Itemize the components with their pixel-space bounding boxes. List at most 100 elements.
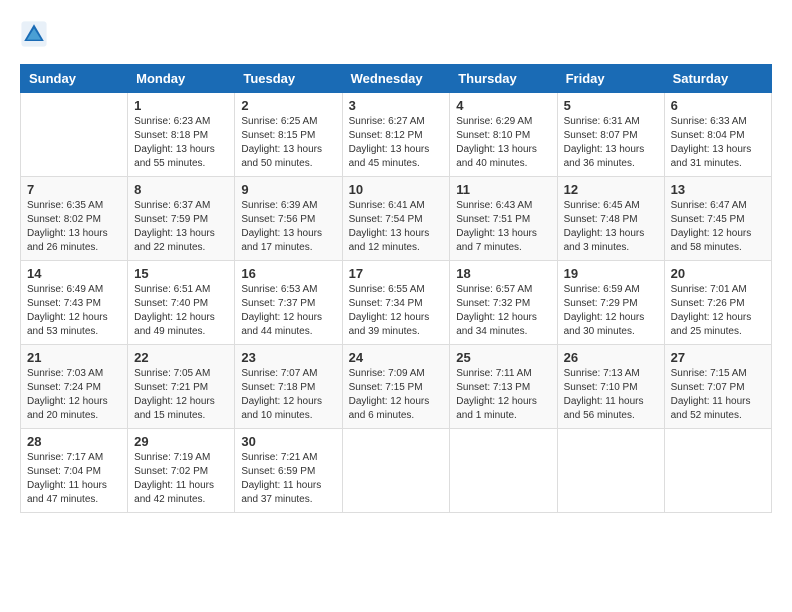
- day-info: Sunrise: 7:21 AM Sunset: 6:59 PM Dayligh…: [241, 451, 335, 507]
- day-info: Sunrise: 6:33 AM Sunset: 8:04 PM Dayligh…: [671, 115, 765, 171]
- day-info: Sunrise: 6:29 AM Sunset: 8:10 PM Dayligh…: [456, 115, 550, 171]
- day-info: Sunrise: 6:31 AM Sunset: 8:07 PM Dayligh…: [564, 115, 658, 171]
- day-number: 14: [27, 266, 121, 281]
- day-info: Sunrise: 6:23 AM Sunset: 8:18 PM Dayligh…: [134, 115, 228, 171]
- calendar-cell: 5 Sunrise: 6:31 AM Sunset: 8:07 PM Daylig…: [557, 93, 664, 177]
- calendar-cell: 24 Sunrise: 7:09 AM Sunset: 7:15 PM Dayli…: [342, 345, 450, 429]
- day-number: 6: [671, 98, 765, 113]
- calendar-cell: 2 Sunrise: 6:25 AM Sunset: 8:15 PM Daylig…: [235, 93, 342, 177]
- day-info: Sunrise: 6:43 AM Sunset: 7:51 PM Dayligh…: [456, 199, 550, 255]
- calendar-week-row: 21 Sunrise: 7:03 AM Sunset: 7:24 PM Dayli…: [21, 345, 772, 429]
- day-info: Sunrise: 7:19 AM Sunset: 7:02 PM Dayligh…: [134, 451, 228, 507]
- calendar-cell: [557, 429, 664, 513]
- day-info: Sunrise: 7:07 AM Sunset: 7:18 PM Dayligh…: [241, 367, 335, 423]
- calendar-cell: 9 Sunrise: 6:39 AM Sunset: 7:56 PM Daylig…: [235, 177, 342, 261]
- calendar-cell: 23 Sunrise: 7:07 AM Sunset: 7:18 PM Dayli…: [235, 345, 342, 429]
- day-info: Sunrise: 6:49 AM Sunset: 7:43 PM Dayligh…: [27, 283, 121, 339]
- day-info: Sunrise: 7:15 AM Sunset: 7:07 PM Dayligh…: [671, 367, 765, 423]
- day-number: 12: [564, 182, 658, 197]
- calendar-cell: 3Sunrise: 6:27 AM Sunset: 8:12 PM Daylig…: [342, 93, 450, 177]
- calendar-day-header: Saturday: [664, 65, 771, 93]
- calendar-cell: 27 Sunrise: 7:15 AM Sunset: 7:07 PM Dayli…: [664, 345, 771, 429]
- calendar-cell: 29 Sunrise: 7:19 AM Sunset: 7:02 PM Dayli…: [128, 429, 235, 513]
- day-number: 10: [349, 182, 444, 197]
- day-number: 26: [564, 350, 658, 365]
- day-info: Sunrise: 6:45 AM Sunset: 7:48 PM Dayligh…: [564, 199, 658, 255]
- day-info: Sunrise: 7:13 AM Sunset: 7:10 PM Dayligh…: [564, 367, 658, 423]
- page-header: [20, 20, 772, 48]
- day-number: 27: [671, 350, 765, 365]
- calendar-header-row: SundayMondayTuesdayWednesdayThursdayFrid…: [21, 65, 772, 93]
- calendar-day-header: Sunday: [21, 65, 128, 93]
- day-number: 1: [134, 98, 228, 113]
- calendar-cell: 7Sunrise: 6:35 AM Sunset: 8:02 PM Daylig…: [21, 177, 128, 261]
- day-info: Sunrise: 7:03 AM Sunset: 7:24 PM Dayligh…: [27, 367, 121, 423]
- calendar-cell: 19 Sunrise: 6:59 AM Sunset: 7:29 PM Dayli…: [557, 261, 664, 345]
- day-info: Sunrise: 7:05 AM Sunset: 7:21 PM Dayligh…: [134, 367, 228, 423]
- day-number: 8: [134, 182, 228, 197]
- day-number: 24: [349, 350, 444, 365]
- day-number: 23: [241, 350, 335, 365]
- day-info: Sunrise: 6:25 AM Sunset: 8:15 PM Dayligh…: [241, 115, 335, 171]
- calendar-cell: 11 Sunrise: 6:43 AM Sunset: 7:51 PM Dayli…: [450, 177, 557, 261]
- calendar-cell: 16 Sunrise: 6:53 AM Sunset: 7:37 PM Dayli…: [235, 261, 342, 345]
- day-number: 20: [671, 266, 765, 281]
- day-number: 19: [564, 266, 658, 281]
- calendar-week-row: 14 Sunrise: 6:49 AM Sunset: 7:43 PM Dayli…: [21, 261, 772, 345]
- calendar-day-header: Tuesday: [235, 65, 342, 93]
- day-number: 17: [349, 266, 444, 281]
- day-info: Sunrise: 7:01 AM Sunset: 7:26 PM Dayligh…: [671, 283, 765, 339]
- day-number: 7: [27, 182, 121, 197]
- calendar-week-row: 7Sunrise: 6:35 AM Sunset: 8:02 PM Daylig…: [21, 177, 772, 261]
- day-number: 29: [134, 434, 228, 449]
- calendar-cell: 21 Sunrise: 7:03 AM Sunset: 7:24 PM Dayli…: [21, 345, 128, 429]
- day-info: Sunrise: 6:47 AM Sunset: 7:45 PM Dayligh…: [671, 199, 765, 255]
- day-number: 25: [456, 350, 550, 365]
- calendar-cell: 22 Sunrise: 7:05 AM Sunset: 7:21 PM Dayli…: [128, 345, 235, 429]
- calendar-cell: 30 Sunrise: 7:21 AM Sunset: 6:59 PM Dayli…: [235, 429, 342, 513]
- day-info: Sunrise: 7:11 AM Sunset: 7:13 PM Dayligh…: [456, 367, 550, 423]
- calendar-cell: 26 Sunrise: 7:13 AM Sunset: 7:10 PM Dayli…: [557, 345, 664, 429]
- day-number: 15: [134, 266, 228, 281]
- day-info: Sunrise: 7:17 AM Sunset: 7:04 PM Dayligh…: [27, 451, 121, 507]
- day-number: 5: [564, 98, 658, 113]
- calendar-cell: 6 Sunrise: 6:33 AM Sunset: 8:04 PM Daylig…: [664, 93, 771, 177]
- logo-icon: [20, 20, 48, 48]
- calendar-cell: 8 Sunrise: 6:37 AM Sunset: 7:59 PM Daylig…: [128, 177, 235, 261]
- day-info: Sunrise: 7:09 AM Sunset: 7:15 PM Dayligh…: [349, 367, 444, 423]
- calendar-cell: 15 Sunrise: 6:51 AM Sunset: 7:40 PM Dayli…: [128, 261, 235, 345]
- calendar-day-header: Friday: [557, 65, 664, 93]
- day-number: 13: [671, 182, 765, 197]
- logo: [20, 20, 52, 48]
- day-number: 28: [27, 434, 121, 449]
- calendar-day-header: Wednesday: [342, 65, 450, 93]
- day-number: 9: [241, 182, 335, 197]
- calendar-cell: 18 Sunrise: 6:57 AM Sunset: 7:32 PM Dayli…: [450, 261, 557, 345]
- calendar-cell: 25 Sunrise: 7:11 AM Sunset: 7:13 PM Dayli…: [450, 345, 557, 429]
- calendar-week-row: 1 Sunrise: 6:23 AM Sunset: 8:18 PM Daylig…: [21, 93, 772, 177]
- day-number: 21: [27, 350, 121, 365]
- day-number: 2: [241, 98, 335, 113]
- calendar-cell: 10 Sunrise: 6:41 AM Sunset: 7:54 PM Dayli…: [342, 177, 450, 261]
- day-info: Sunrise: 6:37 AM Sunset: 7:59 PM Dayligh…: [134, 199, 228, 255]
- calendar-cell: 20 Sunrise: 7:01 AM Sunset: 7:26 PM Dayli…: [664, 261, 771, 345]
- day-info: Sunrise: 6:27 AM Sunset: 8:12 PM Dayligh…: [349, 115, 444, 171]
- day-info: Sunrise: 6:55 AM Sunset: 7:34 PM Dayligh…: [349, 283, 444, 339]
- day-info: Sunrise: 6:39 AM Sunset: 7:56 PM Dayligh…: [241, 199, 335, 255]
- day-number: 18: [456, 266, 550, 281]
- calendar-cell: 13 Sunrise: 6:47 AM Sunset: 7:45 PM Dayli…: [664, 177, 771, 261]
- day-number: 16: [241, 266, 335, 281]
- day-info: Sunrise: 6:41 AM Sunset: 7:54 PM Dayligh…: [349, 199, 444, 255]
- calendar-cell: 17 Sunrise: 6:55 AM Sunset: 7:34 PM Dayli…: [342, 261, 450, 345]
- day-info: Sunrise: 6:51 AM Sunset: 7:40 PM Dayligh…: [134, 283, 228, 339]
- calendar-day-header: Monday: [128, 65, 235, 93]
- calendar-cell: 4 Sunrise: 6:29 AM Sunset: 8:10 PM Daylig…: [450, 93, 557, 177]
- calendar-cell: 1 Sunrise: 6:23 AM Sunset: 8:18 PM Daylig…: [128, 93, 235, 177]
- day-number: 4: [456, 98, 550, 113]
- day-info: Sunrise: 6:59 AM Sunset: 7:29 PM Dayligh…: [564, 283, 658, 339]
- day-info: Sunrise: 6:53 AM Sunset: 7:37 PM Dayligh…: [241, 283, 335, 339]
- day-number: 30: [241, 434, 335, 449]
- day-info: Sunrise: 6:57 AM Sunset: 7:32 PM Dayligh…: [456, 283, 550, 339]
- day-number: 22: [134, 350, 228, 365]
- day-number: 11: [456, 182, 550, 197]
